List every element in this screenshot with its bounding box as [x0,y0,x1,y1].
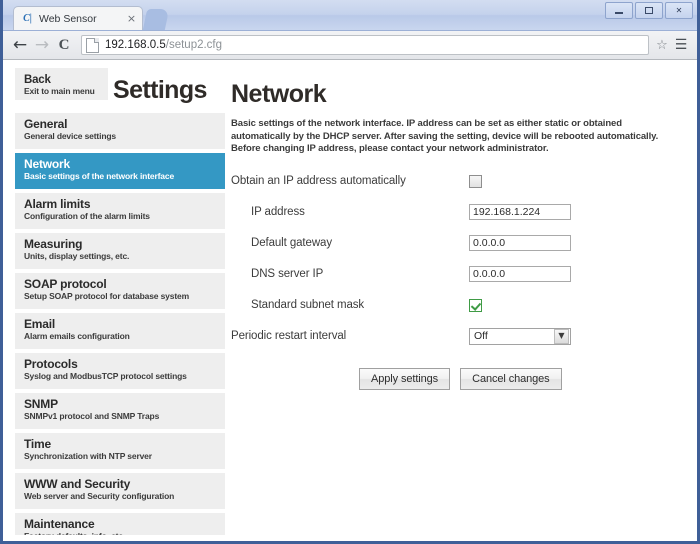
dns-server-ip-label: DNS server IP [231,268,469,280]
sensor-favicon-icon: C| [21,12,34,25]
sidebar-item-sublabel: Synchronization with NTP server [24,451,217,462]
network-settings-form: Obtain an IP address automatically IP ad… [231,169,687,390]
new-tab-button[interactable] [143,9,169,30]
page-description: Basic settings of the network interface.… [231,118,659,156]
standard-subnet-mask-checkbox[interactable] [469,299,482,312]
form-row-default-gateway: Default gateway [231,231,687,256]
sidebar-item-label: Protocols [24,358,217,371]
form-actions: Apply settings Cancel changes [231,368,687,390]
default-gateway-label: Default gateway [231,237,469,249]
sidebar-item-sublabel: Units, display settings, etc. [24,251,217,262]
ip-address-label: IP address [231,206,469,218]
sidebar-item-network[interactable]: NetworkBasic settings of the network int… [15,153,225,189]
back-sublabel: Exit to main menu [24,86,100,96]
sidebar-item-label: Maintenance [24,518,217,531]
bookmark-star-icon[interactable]: ☆ [653,38,671,53]
sidebar-item-sublabel: Configuration of the alarm limits [24,211,217,222]
sidebar-item-alarm-limits[interactable]: Alarm limitsConfiguration of the alarm l… [15,193,225,229]
form-row-ip-address: IP address [231,200,687,225]
browser-window: C| Web Sensor × ✕ ← → C 192.168.0.5 /set… [0,0,700,544]
standard-subnet-mask-label: Standard subnet mask [231,299,469,311]
sidebar-item-sublabel: Syslog and ModbusTCP protocol settings [24,371,217,382]
address-bar[interactable]: 192.168.0.5 /setup2.cfg [81,35,649,55]
periodic-restart-select[interactable]: Off ▼ [469,328,571,345]
dns-server-ip-input[interactable] [469,266,571,282]
sidebar-item-sublabel: Alarm emails configuration [24,331,217,342]
close-window-button[interactable]: ✕ [665,2,693,19]
sidebar-item-label: Measuring [24,238,217,251]
sidebar-item-www-and-security[interactable]: WWW and SecurityWeb server and Security … [15,473,225,509]
window-controls: ✕ [605,2,693,19]
obtain-ip-label: Obtain an IP address automatically [231,175,469,187]
sidebar-item-snmp[interactable]: SNMPSNMPv1 protocol and SNMP Traps [15,393,225,429]
form-row-subnet-mask: Standard subnet mask [231,293,687,318]
settings-sidebar: Back Exit to main menu GeneralGeneral de… [3,68,225,541]
sidebar-item-label: Alarm limits [24,198,217,211]
form-row-obtain-ip: Obtain an IP address automatically [231,169,687,194]
sidebar-item-sublabel: General device settings [24,131,217,142]
browser-toolbar: ← → C 192.168.0.5 /setup2.cfg ☆ ☰ [3,31,697,60]
sidebar-item-label: Email [24,318,217,331]
sidebar-item-sublabel: Basic settings of the network interface [24,171,217,182]
maximize-button[interactable] [635,2,663,19]
cancel-changes-button[interactable]: Cancel changes [460,368,562,390]
browser-tab[interactable]: C| Web Sensor × [13,6,143,30]
apply-settings-button[interactable]: Apply settings [359,368,450,390]
chevron-down-icon[interactable]: ▼ [554,329,569,344]
sidebar-item-label: WWW and Security [24,478,217,491]
form-row-periodic-restart: Periodic restart interval Off ▼ [231,324,687,349]
page-bottom-filler [3,535,697,541]
forward-icon[interactable]: → [31,34,53,56]
periodic-restart-value: Off [470,330,554,342]
back-label: Back [24,74,100,86]
page-title: Network [231,79,687,109]
page-viewport: Settings Back Exit to main menu GeneralG… [3,60,697,541]
sidebar-item-sublabel: Web server and Security configuration [24,491,217,502]
sidebar-item-general[interactable]: GeneralGeneral device settings [15,113,225,149]
ip-address-input[interactable] [469,204,571,220]
obtain-ip-checkbox[interactable] [469,175,482,188]
sidebar-item-sublabel: Setup SOAP protocol for database system [24,291,217,302]
sidebar-item-label: SNMP [24,398,217,411]
back-to-main-menu-button[interactable]: Back Exit to main menu [15,68,108,100]
default-gateway-input[interactable] [469,235,571,251]
sidebar-item-soap-protocol[interactable]: SOAP protocolSetup SOAP protocol for dat… [15,273,225,309]
back-icon[interactable]: ← [9,34,31,56]
url-path: /setup2.cfg [166,39,222,51]
sidebar-item-label: SOAP protocol [24,278,217,291]
minimize-button[interactable] [605,2,633,19]
settings-heading: Settings [113,76,207,105]
sidebar-item-label: General [24,118,217,131]
tab-close-icon[interactable]: × [125,12,138,25]
sidebar-item-time[interactable]: TimeSynchronization with NTP server [15,433,225,469]
tab-title: Web Sensor [39,13,125,25]
url-host: 192.168.0.5 [105,39,166,51]
form-row-dns-server: DNS server IP [231,262,687,287]
sidebar-item-label: Network [24,158,217,171]
sidebar-nav-list: GeneralGeneral device settings NetworkBas… [15,113,225,541]
settings-main-panel: Network Basic settings of the network in… [225,68,697,541]
browser-titlebar: C| Web Sensor × ✕ [3,0,697,31]
periodic-restart-label: Periodic restart interval [231,330,469,342]
sidebar-item-measuring[interactable]: MeasuringUnits, display settings, etc. [15,233,225,269]
sidebar-item-email[interactable]: EmailAlarm emails configuration [15,313,225,349]
reload-icon[interactable]: C [53,34,75,56]
hamburger-menu-icon[interactable]: ☰ [671,37,691,53]
sidebar-item-protocols[interactable]: ProtocolsSyslog and ModbusTCP protocol s… [15,353,225,389]
sidebar-item-label: Time [24,438,217,451]
page-document-icon [86,38,99,53]
sidebar-item-sublabel: SNMPv1 protocol and SNMP Traps [24,411,217,422]
web-page: Settings Back Exit to main menu GeneralG… [3,60,697,541]
